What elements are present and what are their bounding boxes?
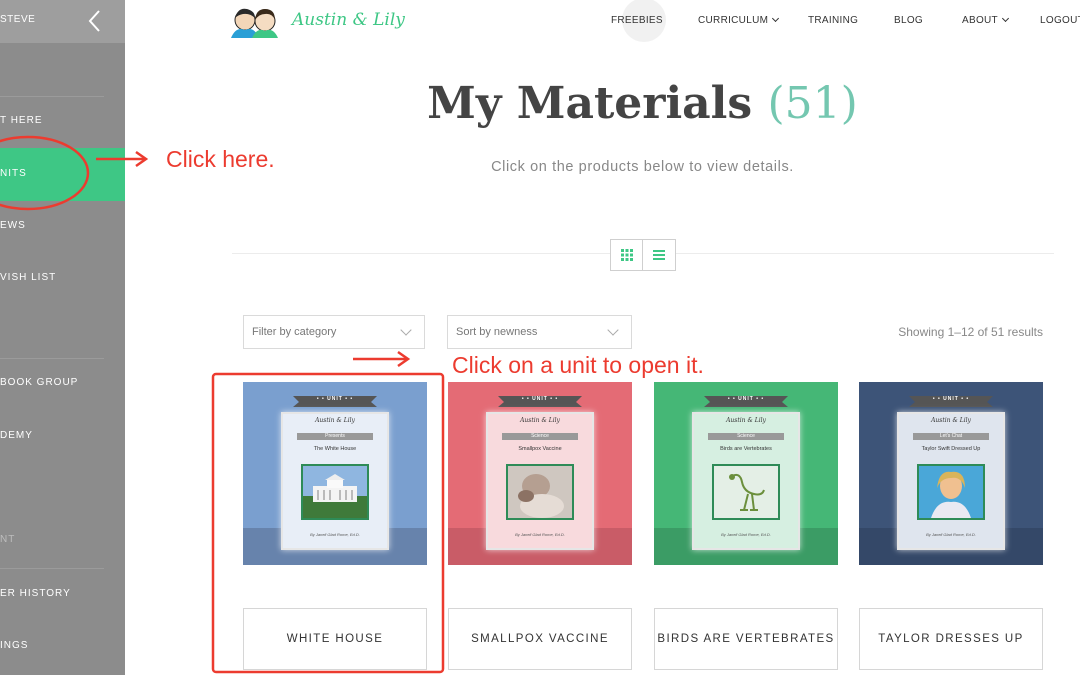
product-card[interactable]: • • UNIT • • Austin & Lily Science Smallpox…	[448, 382, 632, 565]
cover-category: Let's Chat	[913, 433, 989, 440]
sidebar-item-wish-list[interactable]: VISH LIST	[0, 268, 125, 288]
category-filter-value: Filter by category	[252, 326, 337, 338]
page-title-text: My Materials	[427, 78, 753, 129]
cover-logo: Austin & Lily	[726, 417, 766, 424]
page-subtitle: Click on the products below to view deta…	[491, 159, 794, 175]
unit-banner-label: • • UNIT • •	[316, 396, 354, 402]
cover-picture	[506, 464, 574, 520]
product-title-button[interactable]: TAYLOR DRESSES UP	[859, 608, 1043, 670]
chevron-down-icon	[607, 324, 619, 336]
sidebar-divider	[0, 568, 104, 569]
cover-byline: By Janell Glad Rome, Ed.D.	[310, 532, 360, 537]
nav-about-label: ABOUT	[962, 15, 998, 26]
cover-picture	[917, 464, 985, 520]
product-title-button[interactable]: BIRDS ARE VERTEBRATES	[654, 608, 838, 670]
cover-category: Presents	[297, 433, 373, 440]
logo-text[interactable]: Austin & Lily	[292, 10, 405, 30]
view-toggle	[610, 239, 676, 271]
sidebar-item-academy[interactable]: DEMY	[0, 426, 125, 446]
unit-banner-label: • • UNIT • •	[932, 396, 970, 402]
product-title-button[interactable]: WHITE HOUSE	[243, 608, 427, 670]
cover-category: Science	[708, 433, 784, 440]
arrow-right-icon	[353, 350, 411, 368]
product-cover[interactable]: Austin & Lily Let's Chat Taylor Swift Dres…	[897, 412, 1005, 550]
sidebar-item-settings[interactable]: INGS	[0, 636, 125, 656]
chevron-down-icon	[400, 324, 412, 336]
nav-blog[interactable]: BLOG	[894, 15, 923, 26]
nav-freebies-label: FREEBIES	[611, 15, 663, 26]
cover-byline: By Janell Glad Rome, Ed.D.	[721, 532, 771, 537]
unit-banner-label: • • UNIT • •	[727, 396, 765, 402]
chevron-down-icon	[1001, 14, 1009, 23]
logo-icon[interactable]	[228, 4, 284, 38]
sidebar-item-reviews[interactable]: EWS	[0, 216, 125, 236]
sidebar-item-facebook-group[interactable]: BOOK GROUP	[0, 373, 125, 393]
cover-logo: Austin & Lily	[315, 417, 355, 424]
chevron-left-icon[interactable]	[84, 8, 106, 34]
sidebar-item-order-history[interactable]: ER HISTORY	[0, 584, 125, 604]
cover-title: Smallpox Vaccine	[518, 446, 562, 452]
cover-logo: Austin & Lily	[520, 417, 560, 424]
cover-byline: By Janell Glad Rome, Ed.D.	[515, 532, 565, 537]
page-title-count: (51)	[767, 78, 858, 129]
sidebar-user-name: STEVE	[0, 14, 36, 25]
product-card[interactable]: • • UNIT • • Austin & Lily Let's Chat Taylo…	[859, 382, 1043, 565]
product-cover[interactable]: Austin & Lily Science Birds are Vertebrate…	[692, 412, 800, 550]
unit-banner-label: • • UNIT • •	[521, 396, 559, 402]
category-filter-select[interactable]: Filter by category	[243, 315, 425, 349]
sidebar-item-account: NT	[0, 534, 16, 545]
grid-view-button[interactable]	[611, 240, 643, 270]
nav-training[interactable]: TRAINING	[808, 15, 858, 26]
cover-title: The White House	[313, 446, 357, 452]
list-view-button[interactable]	[643, 240, 675, 270]
nav-curriculum[interactable]: CURRICULUM	[698, 14, 780, 26]
grid-icon	[621, 249, 633, 261]
cover-picture	[712, 464, 780, 520]
chevron-down-icon	[772, 14, 780, 23]
list-icon	[653, 250, 665, 260]
product-cover[interactable]: Austin & Lily Presents The White House By J…	[281, 412, 389, 550]
product-cover[interactable]: Austin & Lily Science Smallpox Vaccine By J…	[486, 412, 594, 550]
nav-curriculum-label: CURRICULUM	[698, 15, 769, 26]
cover-category: Science	[502, 433, 578, 440]
sidebar-divider	[0, 358, 104, 359]
annotation-click-here: Click here.	[166, 146, 275, 172]
cover-logo: Austin & Lily	[931, 417, 971, 424]
cover-byline: By Janell Glad Rome, Ed.D.	[926, 532, 976, 537]
sort-select[interactable]: Sort by newness	[447, 315, 632, 349]
nav-freebies[interactable]: FREEBIES	[611, 15, 663, 26]
product-card[interactable]: • • UNIT • • Austin & Lily Presents The Whi…	[243, 382, 427, 565]
results-count: Showing 1–12 of 51 results	[898, 325, 1043, 339]
product-card[interactable]: • • UNIT • • Austin & Lily Science Birds ar…	[654, 382, 838, 565]
cover-title: Birds are Vertebrates	[720, 446, 772, 452]
cover-picture	[301, 464, 369, 520]
nav-logout[interactable]: LOGOUT	[1040, 15, 1080, 26]
cover-title: Taylor Swift Dressed Up	[921, 446, 981, 452]
page-title: My Materials (51)	[0, 78, 1080, 129]
nav-training-label: TRAINING	[808, 15, 859, 26]
nav-logout-label: LOGOUT	[1040, 15, 1080, 26]
annotation-click-unit: Click on a unit to open it.	[452, 352, 704, 378]
product-title-button[interactable]: SMALLPOX VACCINE	[448, 608, 632, 670]
nav-about[interactable]: ABOUT	[962, 14, 1009, 26]
nav-blog-label: BLOG	[894, 15, 923, 26]
sort-value: Sort by newness	[456, 326, 538, 338]
